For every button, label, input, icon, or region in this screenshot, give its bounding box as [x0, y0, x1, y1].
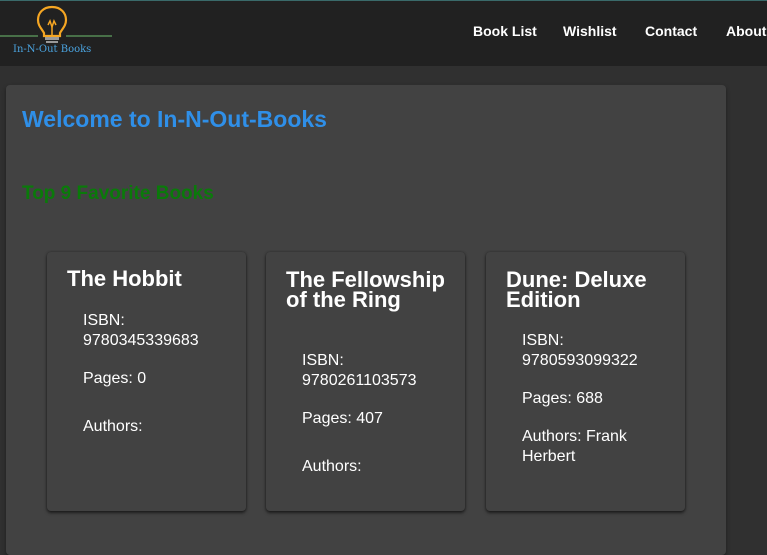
book-card[interactable]: The Fellowship of the Ring ISBN: 9780261…: [266, 252, 465, 511]
nav-contact[interactable]: Contact: [645, 23, 697, 43]
section-heading: Top 9 Favorite Books: [22, 183, 214, 204]
book-title: Dune: Deluxe Edition: [506, 267, 647, 312]
book-authors: Authors:: [83, 418, 143, 435]
top-navbar: In-N-Out Books Book List Wishlist Contac…: [0, 0, 767, 66]
isbn-label: ISBN:: [83, 312, 125, 329]
book-isbn: ISBN: 9780261103573: [302, 351, 452, 391]
book-isbn: ISBN: 9780593099322: [522, 331, 672, 371]
book-pages: Pages: 407: [302, 410, 383, 427]
isbn-label: ISBN:: [302, 352, 344, 369]
book-authors: Authors:: [302, 458, 362, 475]
book-authors: Authors: Frank Herbert: [522, 428, 627, 465]
isbn-value: 9780261103573: [302, 372, 417, 389]
book-card[interactable]: The Hobbit ISBN: 9780345339683 Pages: 0 …: [47, 252, 246, 511]
nav-about[interactable]: About: [726, 23, 766, 43]
book-pages: Pages: 0: [83, 370, 147, 387]
site-logo[interactable]: In-N-Out Books: [0, 3, 115, 63]
nav-book-list[interactable]: Book List: [473, 23, 537, 43]
book-isbn: ISBN: 9780345339683: [83, 311, 233, 351]
book-card[interactable]: Dune: Deluxe Edition ISBN: 9780593099322…: [486, 252, 685, 511]
isbn-value: 9780593099322: [522, 352, 638, 369]
book-pages: Pages: 688: [522, 390, 603, 407]
book-title: The Hobbit: [67, 266, 182, 291]
book-title: The Fellowship of the Ring: [286, 267, 445, 312]
isbn-label: ISBN:: [522, 332, 564, 349]
isbn-value: 9780345339683: [83, 332, 199, 349]
nav-wishlist[interactable]: Wishlist: [563, 23, 617, 43]
logo-text: In-N-Out Books: [13, 44, 92, 55]
page-title: Welcome to In-N-Out-Books: [22, 106, 327, 132]
